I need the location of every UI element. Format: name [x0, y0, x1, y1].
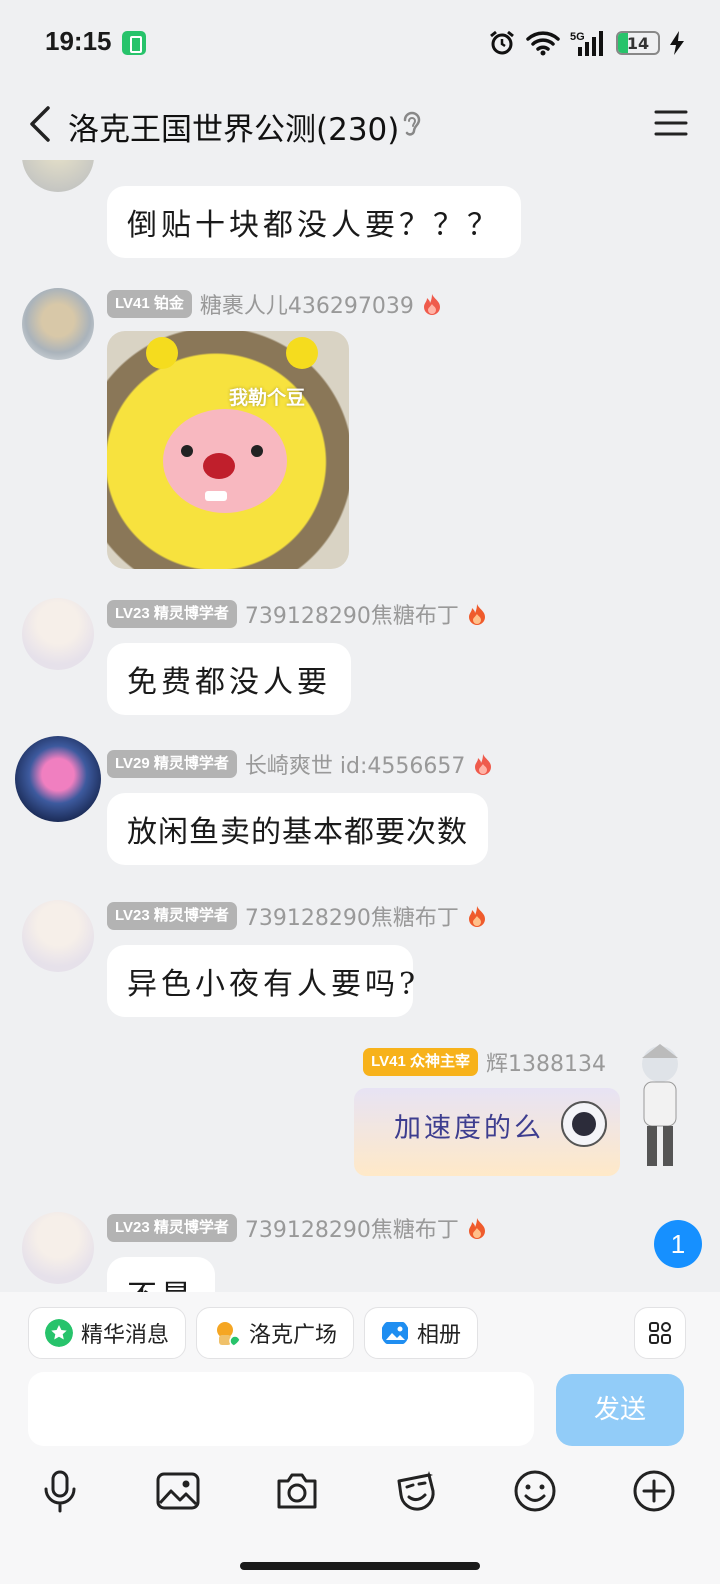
status-time: 19:15 — [45, 26, 112, 56]
roco-plaza-icon — [217, 1322, 241, 1347]
status-bar: 19:15 5G 14 — [0, 0, 720, 84]
shortcut-label: 精华消息 — [81, 1323, 170, 1348]
mic-icon[interactable] — [36, 1467, 84, 1515]
star-icon — [45, 1319, 73, 1347]
battery-icon: 14 — [616, 31, 660, 55]
menu-icon[interactable] — [654, 108, 688, 138]
fire-icon — [475, 754, 492, 775]
shortcut-album[interactable]: 相册 — [364, 1307, 479, 1359]
apps-grid-button[interactable] — [634, 1307, 686, 1359]
shortcut-bar: 精华消息 洛克广场 相册 — [28, 1307, 479, 1359]
unread-count-badge[interactable]: 1 — [654, 1220, 702, 1268]
user-avatar[interactable] — [22, 900, 94, 972]
sender-meta: LV23 精灵博学者 739128290焦糖布丁 — [107, 900, 487, 932]
self-avatar[interactable] — [630, 1040, 690, 1170]
sender-name[interactable]: 糖裹人儿436297039 — [200, 288, 414, 320]
wifi-icon — [526, 31, 560, 56]
ear-icon[interactable] — [398, 108, 426, 140]
level-badge: LV23 精灵博学者 — [107, 1214, 237, 1242]
battery-saver-icon — [122, 31, 146, 55]
sticker-art — [146, 337, 318, 513]
user-avatar[interactable] — [22, 1212, 94, 1284]
sender-name[interactable]: 长崎爽世 id:4556657 — [245, 748, 465, 780]
sender-meta: LV23 精灵博学者 739128290焦糖布丁 — [107, 1212, 487, 1244]
sender-name[interactable]: 739128290焦糖布丁 — [245, 598, 459, 630]
home-indicator[interactable] — [240, 1562, 480, 1570]
message-bubble[interactable]: 免费都没人要 — [107, 643, 351, 715]
user-avatar[interactable] — [22, 288, 94, 360]
fire-icon — [468, 906, 485, 927]
message-list[interactable]: 倒贴十块都没人要？？？ LV41 铂金 糖裹人儿436297039 我勒个豆 L… — [0, 160, 720, 1306]
user-avatar[interactable] — [22, 598, 94, 670]
battery-level: 14 — [626, 33, 650, 53]
message-input[interactable] — [28, 1372, 534, 1446]
sender-name[interactable]: 739128290焦糖布丁 — [245, 900, 459, 932]
plus-icon[interactable] — [630, 1467, 678, 1515]
shortcut-featured-messages[interactable]: 精华消息 — [28, 1307, 187, 1359]
sender-meta: LV23 精灵博学者 739128290焦糖布丁 — [107, 598, 487, 630]
astronaut-art — [561, 1101, 607, 1147]
shortcut-label: 洛克广场 — [249, 1323, 338, 1348]
level-badge: LV29 精灵博学者 — [107, 750, 237, 778]
shortcut-roco-plaza[interactable]: 洛克广场 — [196, 1307, 355, 1359]
message-bubble[interactable]: 异色小夜有人要吗? — [107, 945, 415, 1017]
sender-name[interactable]: 辉1388134 — [486, 1046, 606, 1078]
input-toolbar — [0, 1467, 720, 1521]
level-badge: LV23 精灵博学者 — [107, 600, 237, 628]
back-icon[interactable] — [22, 102, 62, 146]
sender-meta: LV41 众神主宰 辉1388134 — [363, 1046, 606, 1078]
album-icon — [382, 1322, 409, 1344]
composer-panel: 精华消息 洛克广场 相册 发送 — [0, 1292, 720, 1584]
status-icons: 5G 14 — [488, 26, 684, 60]
sticker-image[interactable]: 加速度的么 — [354, 1088, 620, 1176]
sender-name[interactable]: 739128290焦糖布丁 — [245, 1212, 459, 1244]
level-badge: LV41 铂金 — [107, 290, 192, 318]
fire-icon — [468, 1218, 485, 1239]
sticker-caption: 加速度的么 — [394, 1113, 544, 1144]
signal-5g-icon: 5G — [570, 31, 603, 56]
grid-icon — [649, 1322, 671, 1344]
user-avatar[interactable] — [22, 160, 94, 192]
sender-meta: LV41 铂金 糖裹人儿436297039 — [107, 288, 442, 320]
send-button[interactable]: 发送 — [556, 1374, 684, 1446]
emoji-icon[interactable] — [511, 1467, 559, 1515]
message-bubble[interactable]: 放闲鱼卖的基本都要次数 — [107, 793, 488, 865]
svg-text:5G: 5G — [570, 31, 585, 43]
charging-icon — [670, 31, 684, 55]
message-bubble[interactable]: 倒贴十块都没人要？？？ — [107, 186, 521, 258]
fire-icon — [423, 294, 440, 315]
sticker-face-icon[interactable] — [391, 1467, 439, 1515]
group-title[interactable]: 洛克王国世界公测(230) — [68, 104, 399, 149]
fire-icon — [468, 604, 485, 625]
alarm-icon — [490, 30, 514, 55]
shortcut-label: 相册 — [417, 1323, 462, 1348]
sender-meta: LV29 精灵博学者 长崎爽世 id:4556657 — [107, 748, 493, 780]
chat-header: 洛克王国世界公测(230) — [0, 90, 720, 160]
user-avatar[interactable] — [15, 736, 101, 822]
level-badge: LV41 众神主宰 — [363, 1048, 479, 1076]
camera-icon[interactable] — [273, 1467, 321, 1515]
sticker-caption: 我勒个豆 — [229, 387, 306, 409]
level-badge: LV23 精灵博学者 — [107, 902, 237, 930]
image-icon[interactable] — [154, 1467, 202, 1515]
sticker-image[interactable]: 我勒个豆 — [107, 331, 349, 569]
